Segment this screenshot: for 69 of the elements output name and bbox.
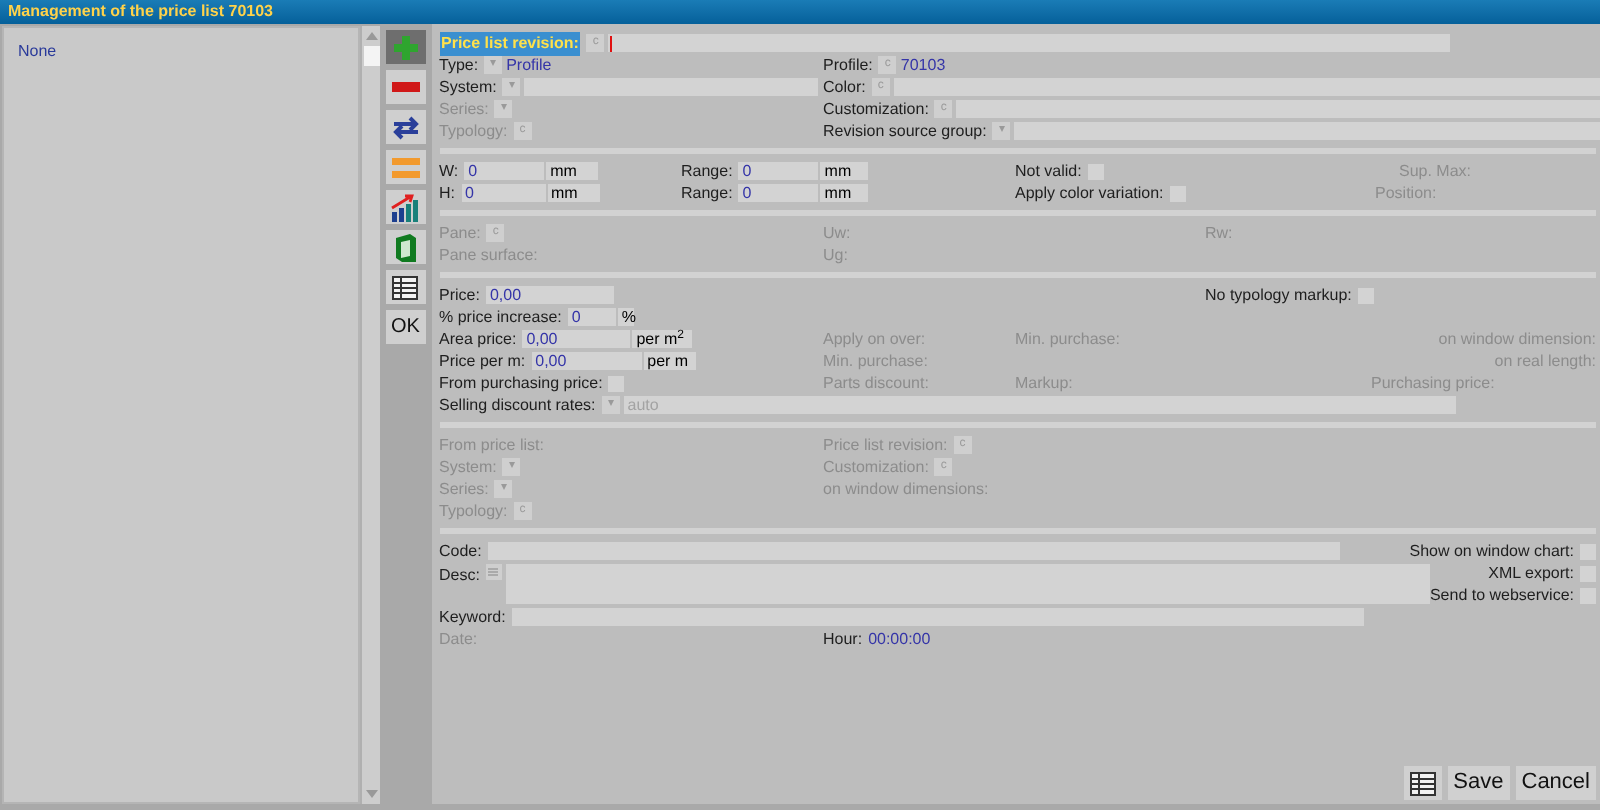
table-icon [392,275,419,299]
scroll-up-icon[interactable] [365,32,377,40]
unit-label: per m$^{2}$ [632,330,693,348]
bar-chart-icon [390,193,421,221]
input-field[interactable] [608,34,1451,52]
unit-label: % [617,308,634,326]
field-label: Customization: [823,97,929,121]
scroll-thumb[interactable] [363,46,379,66]
field-label: Range: [681,159,733,183]
table-icon [1409,771,1436,795]
field-label: Price list revision: [439,31,581,55]
minus-icon [391,82,420,92]
unit-label: per m [643,352,696,370]
field-label: Range: [681,181,733,205]
footer-button[interactable]: Save [1447,766,1510,800]
field-value: 70103 [900,53,946,77]
field-label: Show on window chart: [1409,539,1574,563]
list-item[interactable]: None [16,40,59,64]
toolbar-button[interactable] [385,110,426,144]
input-field[interactable]: 0,00 [485,286,614,304]
field-value: Profile [506,53,552,77]
input-field[interactable]: 0 [464,162,545,180]
ok-button[interactable]: OK [385,310,426,344]
field-label: Type: [439,53,479,77]
input-field[interactable]: 0,00 [522,330,631,348]
unit-label: mm [547,184,599,202]
field-label: Price: [439,283,480,307]
input-field[interactable]: 0 [738,184,819,202]
unit-label: mm [820,184,869,202]
unit-label: mm [820,162,869,180]
field-label: System: [439,75,497,99]
field-label: Area price: [439,327,517,351]
field-label: Keyword: [439,605,506,629]
field-label: Selling discount rates: [439,393,596,417]
toolbar-button[interactable] [385,270,426,304]
field-label: From purchasing price: [439,371,603,395]
field-label: Revision source group: [823,119,987,143]
field-label: H: [439,181,455,205]
input-field[interactable]: 0 [567,308,616,326]
table-button[interactable] [1403,766,1442,800]
field-label: % price increase: [439,305,562,329]
field-label: Not valid: [1015,159,1082,183]
field-label: Desc: [439,564,480,588]
unit-label: mm [546,162,599,180]
field-label: Hour: [823,627,863,651]
input-field[interactable]: 0 [738,162,819,180]
plus-icon [391,33,420,61]
field-label: Profile: [823,53,873,77]
window-title: Management of the price list 70103 [8,0,273,24]
field-value: 00:00:00 [868,627,931,651]
lines-icon [488,568,499,576]
book-icon [393,233,418,261]
field-label: W: [439,159,459,183]
field-label: Apply color variation: [1015,181,1164,205]
toolbar-button[interactable] [385,190,426,224]
field-label: Code: [439,539,482,563]
input-field[interactable]: 0 [461,184,545,202]
field-label: Color: [823,75,866,99]
list-icon-button[interactable] [485,564,502,580]
equal-icon [391,157,420,177]
field-label: Send to webservice: [1429,583,1574,607]
field-label: No typology markup: [1205,283,1352,307]
swap-arrows-icon [391,115,420,139]
field-label: XML export: [1488,561,1574,585]
scrollbar[interactable] [360,26,380,804]
field-label: Price per m: [439,349,526,373]
scroll-down-icon[interactable] [365,790,377,798]
footer-button[interactable]: Cancel [1515,766,1596,800]
input-field[interactable]: 0,00 [531,352,642,370]
